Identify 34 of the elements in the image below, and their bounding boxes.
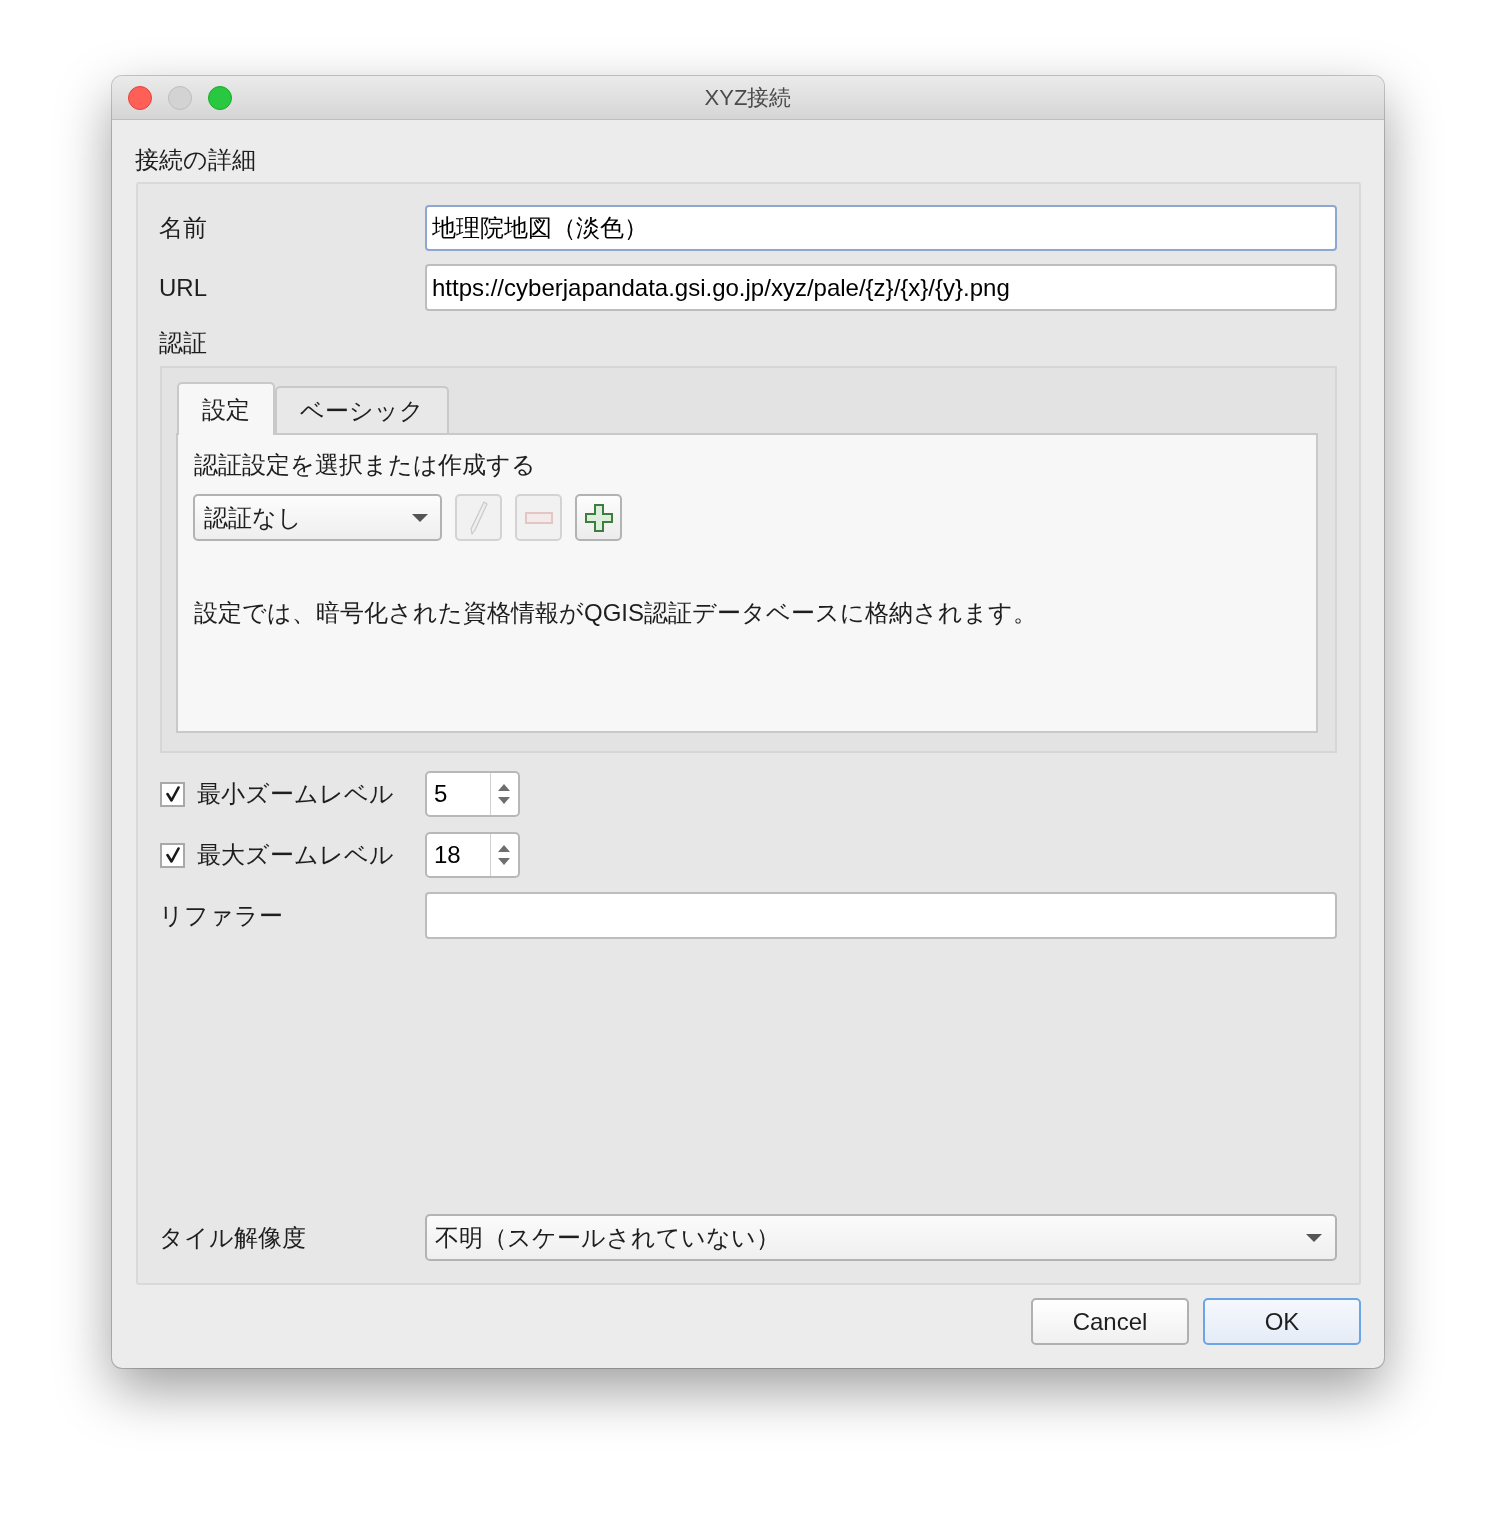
maximize-icon[interactable] — [208, 86, 232, 110]
spin-box[interactable]: 5 — [425, 771, 520, 817]
minus-icon — [524, 511, 553, 524]
referer-field[interactable] — [425, 892, 1337, 939]
tile-resolution-label: タイル解像度 — [159, 1222, 306, 1253]
cancel-button[interactable]: Cancel — [1031, 1298, 1189, 1345]
caret-icon — [412, 513, 428, 522]
ok-button[interactable]: OK — [1203, 1298, 1361, 1345]
url-label: URL — [159, 272, 207, 303]
note-text: 設定では、暗号化された資格情報がQGIS認証データベースに格納されます。 — [194, 598, 1037, 628]
zoom-level-label: 最大ズームレベル — [197, 840, 394, 870]
referer-label: リファラー — [159, 900, 283, 931]
spin-box[interactable]: 18 — [425, 832, 520, 878]
checkbox[interactable] — [160, 781, 185, 807]
name-label: 名前 — [159, 213, 207, 243]
caret-icon — [1306, 1233, 1322, 1242]
zoom-level-label: 最小ズームレベル — [197, 779, 394, 809]
tab[interactable]: ベーシック — [275, 386, 449, 433]
name-field[interactable]: 地理院地図（淡色） — [425, 205, 1337, 251]
plus-icon — [584, 503, 613, 532]
auth-config-dropdown[interactable]: 認証なし — [193, 494, 442, 541]
tile-resolution-dropdown[interactable]: 不明（スケールされていない） — [425, 1214, 1337, 1261]
add-button[interactable] — [575, 494, 622, 541]
close-icon[interactable] — [128, 86, 152, 110]
auth-label: 認証 — [159, 328, 207, 358]
pencil-icon — [469, 500, 488, 535]
prompt-text: 認証設定を選択または作成する — [194, 450, 536, 480]
url-field[interactable]: https://cyberjapandata.gsi.go.jp/xyz/pale/{z}/{x}/{y}.png — [425, 264, 1337, 311]
tab[interactable]: 設定 — [177, 382, 275, 435]
checkmark-icon — [165, 786, 180, 802]
section-title: 接続の詳細 — [135, 145, 256, 175]
checkbox[interactable] — [160, 842, 185, 868]
checkmark-icon — [165, 847, 180, 863]
window-title: XYZ接続 — [704, 84, 792, 112]
